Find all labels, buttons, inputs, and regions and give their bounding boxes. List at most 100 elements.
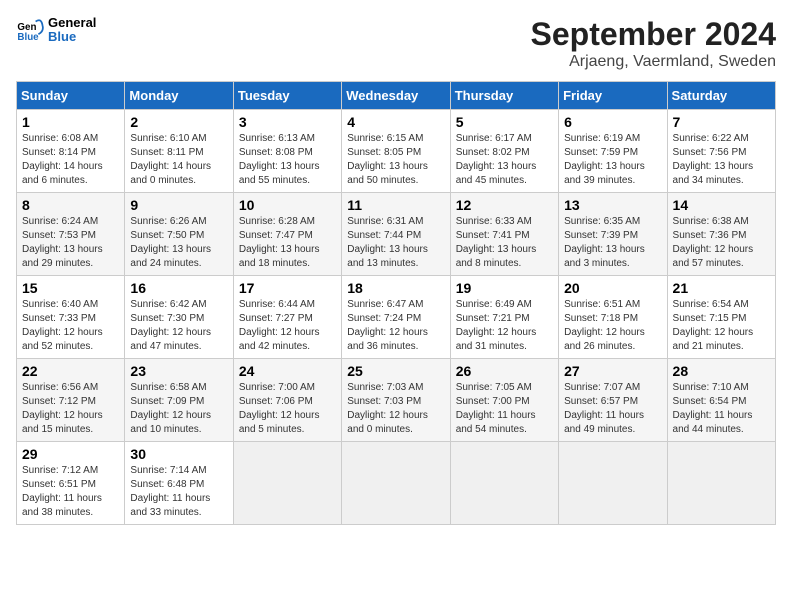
week-row-2: 8 Sunrise: 6:24 AM Sunset: 7:53 PM Dayli… — [17, 193, 776, 276]
day-number: 24 — [239, 363, 336, 379]
day-number: 27 — [564, 363, 661, 379]
day-cell: 25 Sunrise: 7:03 AM Sunset: 7:03 PM Dayl… — [342, 359, 450, 442]
day-info: Sunrise: 7:07 AM Sunset: 6:57 PM Dayligh… — [564, 381, 661, 437]
logo-line1: General — [48, 16, 96, 30]
day-number: 12 — [456, 197, 553, 213]
column-header-wednesday: Wednesday — [342, 82, 450, 110]
day-cell: 10 Sunrise: 6:28 AM Sunset: 7:47 PM Dayl… — [233, 193, 341, 276]
day-number: 2 — [130, 114, 227, 130]
day-number: 29 — [22, 446, 119, 462]
day-info: Sunrise: 6:58 AM Sunset: 7:09 PM Dayligh… — [130, 381, 227, 437]
week-row-3: 15 Sunrise: 6:40 AM Sunset: 7:33 PM Dayl… — [17, 276, 776, 359]
day-info: Sunrise: 6:33 AM Sunset: 7:41 PM Dayligh… — [456, 215, 553, 271]
day-cell: 20 Sunrise: 6:51 AM Sunset: 7:18 PM Dayl… — [559, 276, 667, 359]
logo-icon: Gen Blue — [16, 16, 44, 44]
page-subtitle: Arjaeng, Vaermland, Sweden — [531, 53, 776, 71]
day-number: 9 — [130, 197, 227, 213]
day-number: 17 — [239, 280, 336, 296]
day-number: 18 — [347, 280, 444, 296]
day-info: Sunrise: 6:40 AM Sunset: 7:33 PM Dayligh… — [22, 298, 119, 354]
day-info: Sunrise: 6:22 AM Sunset: 7:56 PM Dayligh… — [673, 132, 770, 188]
day-number: 28 — [673, 363, 770, 379]
day-cell: 3 Sunrise: 6:13 AM Sunset: 8:08 PM Dayli… — [233, 110, 341, 193]
day-cell: 11 Sunrise: 6:31 AM Sunset: 7:44 PM Dayl… — [342, 193, 450, 276]
day-cell: 12 Sunrise: 6:33 AM Sunset: 7:41 PM Dayl… — [450, 193, 558, 276]
day-number: 13 — [564, 197, 661, 213]
day-info: Sunrise: 7:12 AM Sunset: 6:51 PM Dayligh… — [22, 464, 119, 520]
day-cell: 5 Sunrise: 6:17 AM Sunset: 8:02 PM Dayli… — [450, 110, 558, 193]
day-number: 10 — [239, 197, 336, 213]
day-number: 25 — [347, 363, 444, 379]
week-row-4: 22 Sunrise: 6:56 AM Sunset: 7:12 PM Dayl… — [17, 359, 776, 442]
day-cell: 23 Sunrise: 6:58 AM Sunset: 7:09 PM Dayl… — [125, 359, 233, 442]
day-info: Sunrise: 6:38 AM Sunset: 7:36 PM Dayligh… — [673, 215, 770, 271]
day-info: Sunrise: 6:31 AM Sunset: 7:44 PM Dayligh… — [347, 215, 444, 271]
day-cell: 7 Sunrise: 6:22 AM Sunset: 7:56 PM Dayli… — [667, 110, 775, 193]
day-cell: 13 Sunrise: 6:35 AM Sunset: 7:39 PM Dayl… — [559, 193, 667, 276]
day-number: 15 — [22, 280, 119, 296]
day-cell — [342, 442, 450, 525]
day-number: 20 — [564, 280, 661, 296]
day-info: Sunrise: 6:26 AM Sunset: 7:50 PM Dayligh… — [130, 215, 227, 271]
day-cell: 29 Sunrise: 7:12 AM Sunset: 6:51 PM Dayl… — [17, 442, 125, 525]
day-info: Sunrise: 6:24 AM Sunset: 7:53 PM Dayligh… — [22, 215, 119, 271]
day-info: Sunrise: 6:10 AM Sunset: 8:11 PM Dayligh… — [130, 132, 227, 188]
column-header-friday: Friday — [559, 82, 667, 110]
day-cell: 28 Sunrise: 7:10 AM Sunset: 6:54 PM Dayl… — [667, 359, 775, 442]
day-info: Sunrise: 6:13 AM Sunset: 8:08 PM Dayligh… — [239, 132, 336, 188]
day-number: 11 — [347, 197, 444, 213]
day-number: 30 — [130, 446, 227, 462]
day-number: 1 — [22, 114, 119, 130]
day-info: Sunrise: 6:08 AM Sunset: 8:14 PM Dayligh… — [22, 132, 119, 188]
day-number: 22 — [22, 363, 119, 379]
day-cell — [559, 442, 667, 525]
day-number: 5 — [456, 114, 553, 130]
logo: Gen Blue General Blue — [16, 16, 96, 45]
day-info: Sunrise: 7:00 AM Sunset: 7:06 PM Dayligh… — [239, 381, 336, 437]
day-cell: 6 Sunrise: 6:19 AM Sunset: 7:59 PM Dayli… — [559, 110, 667, 193]
logo-line2: Blue — [48, 30, 96, 44]
day-number: 26 — [456, 363, 553, 379]
day-cell: 17 Sunrise: 6:44 AM Sunset: 7:27 PM Dayl… — [233, 276, 341, 359]
column-header-monday: Monday — [125, 82, 233, 110]
day-info: Sunrise: 7:14 AM Sunset: 6:48 PM Dayligh… — [130, 464, 227, 520]
day-info: Sunrise: 7:03 AM Sunset: 7:03 PM Dayligh… — [347, 381, 444, 437]
day-number: 19 — [456, 280, 553, 296]
day-cell: 2 Sunrise: 6:10 AM Sunset: 8:11 PM Dayli… — [125, 110, 233, 193]
day-info: Sunrise: 7:10 AM Sunset: 6:54 PM Dayligh… — [673, 381, 770, 437]
day-info: Sunrise: 6:51 AM Sunset: 7:18 PM Dayligh… — [564, 298, 661, 354]
day-cell: 16 Sunrise: 6:42 AM Sunset: 7:30 PM Dayl… — [125, 276, 233, 359]
day-cell: 18 Sunrise: 6:47 AM Sunset: 7:24 PM Dayl… — [342, 276, 450, 359]
day-cell: 15 Sunrise: 6:40 AM Sunset: 7:33 PM Dayl… — [17, 276, 125, 359]
day-info: Sunrise: 6:47 AM Sunset: 7:24 PM Dayligh… — [347, 298, 444, 354]
week-row-1: 1 Sunrise: 6:08 AM Sunset: 8:14 PM Dayli… — [17, 110, 776, 193]
day-cell: 19 Sunrise: 6:49 AM Sunset: 7:21 PM Dayl… — [450, 276, 558, 359]
day-cell: 24 Sunrise: 7:00 AM Sunset: 7:06 PM Dayl… — [233, 359, 341, 442]
day-cell — [667, 442, 775, 525]
day-number: 7 — [673, 114, 770, 130]
day-cell: 14 Sunrise: 6:38 AM Sunset: 7:36 PM Dayl… — [667, 193, 775, 276]
page-header: Gen Blue General Blue September 2024 Arj… — [16, 16, 776, 71]
day-number: 14 — [673, 197, 770, 213]
day-cell: 4 Sunrise: 6:15 AM Sunset: 8:05 PM Dayli… — [342, 110, 450, 193]
column-header-saturday: Saturday — [667, 82, 775, 110]
day-number: 21 — [673, 280, 770, 296]
day-info: Sunrise: 6:17 AM Sunset: 8:02 PM Dayligh… — [456, 132, 553, 188]
day-info: Sunrise: 6:54 AM Sunset: 7:15 PM Dayligh… — [673, 298, 770, 354]
day-info: Sunrise: 6:49 AM Sunset: 7:21 PM Dayligh… — [456, 298, 553, 354]
day-info: Sunrise: 6:35 AM Sunset: 7:39 PM Dayligh… — [564, 215, 661, 271]
column-header-thursday: Thursday — [450, 82, 558, 110]
day-cell: 9 Sunrise: 6:26 AM Sunset: 7:50 PM Dayli… — [125, 193, 233, 276]
day-info: Sunrise: 6:44 AM Sunset: 7:27 PM Dayligh… — [239, 298, 336, 354]
day-info: Sunrise: 6:19 AM Sunset: 7:59 PM Dayligh… — [564, 132, 661, 188]
logo-text: General Blue — [48, 16, 96, 45]
svg-text:Blue: Blue — [17, 32, 39, 43]
header-row: SundayMondayTuesdayWednesdayThursdayFrid… — [17, 82, 776, 110]
day-info: Sunrise: 6:15 AM Sunset: 8:05 PM Dayligh… — [347, 132, 444, 188]
day-cell: 30 Sunrise: 7:14 AM Sunset: 6:48 PM Dayl… — [125, 442, 233, 525]
page-title: September 2024 — [531, 16, 776, 53]
title-area: September 2024 Arjaeng, Vaermland, Swede… — [531, 16, 776, 71]
day-cell: 1 Sunrise: 6:08 AM Sunset: 8:14 PM Dayli… — [17, 110, 125, 193]
day-info: Sunrise: 6:42 AM Sunset: 7:30 PM Dayligh… — [130, 298, 227, 354]
column-header-tuesday: Tuesday — [233, 82, 341, 110]
